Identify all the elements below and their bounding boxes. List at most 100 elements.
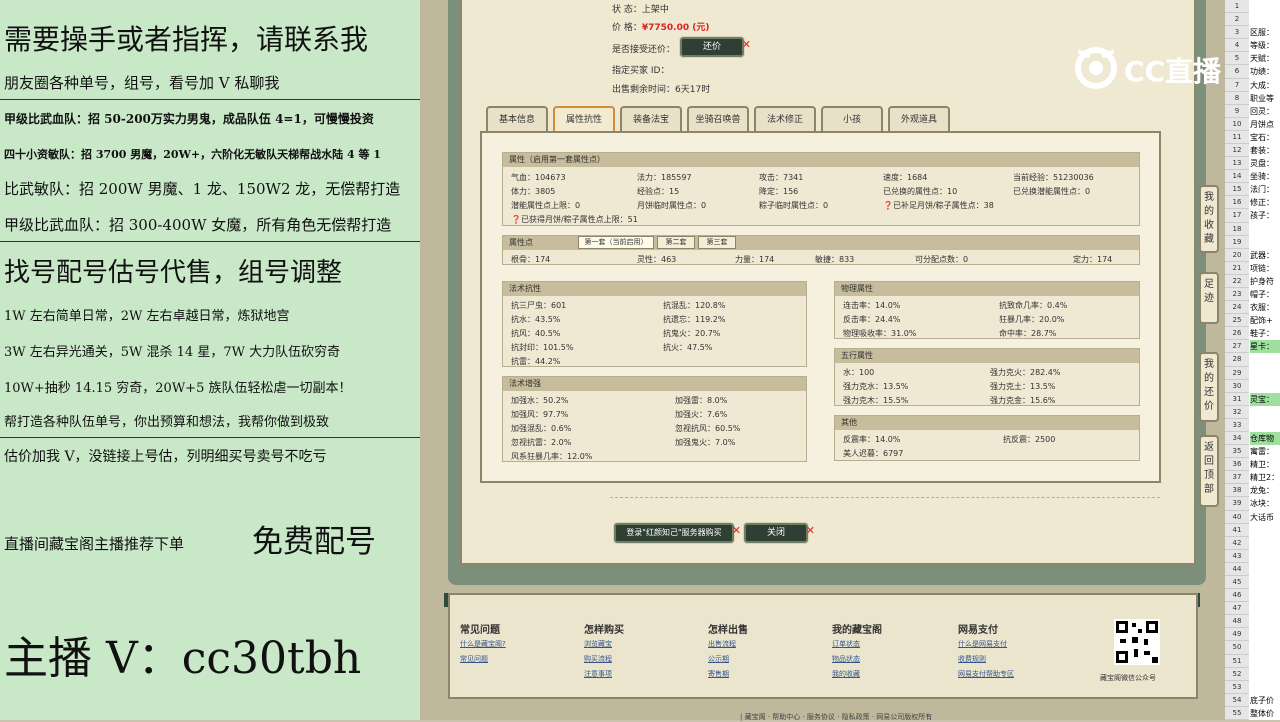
sheet-cell[interactable] (1250, 641, 1280, 654)
sheet-cell[interactable] (1250, 0, 1280, 13)
sheet-cell[interactable]: 大话币 (1250, 511, 1280, 524)
sheet-cell[interactable] (1250, 380, 1280, 393)
sheet-row-number[interactable]: 5 (1225, 52, 1249, 66)
sheet-row-number[interactable]: 19 (1225, 235, 1249, 249)
sheet-row-number[interactable]: 47 (1225, 602, 1249, 616)
tab-appearance[interactable]: 外观道具 (888, 106, 950, 132)
sheet-row-number[interactable]: 2 (1225, 13, 1249, 27)
sheet-cell[interactable]: 精卫2： (1250, 471, 1280, 484)
sheet-row-number[interactable]: 8 (1225, 91, 1249, 105)
sheet-cell[interactable]: 坐骑： (1250, 170, 1280, 183)
sheet-row-number[interactable]: 44 (1225, 562, 1249, 576)
sheet-row-number[interactable]: 14 (1225, 170, 1249, 184)
sheet-cell[interactable] (1250, 13, 1280, 26)
footer-link[interactable]: 公示期 (708, 654, 729, 664)
sheet-cell[interactable]: 星卡： (1250, 340, 1280, 354)
sheet-row-number[interactable]: 49 (1225, 628, 1249, 642)
sheet-row-number[interactable]: 7 (1225, 78, 1249, 92)
sheet-row-number[interactable]: 45 (1225, 576, 1249, 590)
sheet-row-number[interactable]: 37 (1225, 471, 1249, 485)
sheet-cell[interactable] (1250, 353, 1280, 366)
sheet-row-number[interactable]: 30 (1225, 379, 1249, 393)
sheet-cell[interactable]: 鞋子： (1250, 327, 1280, 340)
footer-link[interactable]: 购买流程 (584, 654, 612, 664)
tab-spell-correction[interactable]: 法术修正 (754, 106, 816, 132)
sheet-row-number[interactable]: 18 (1225, 222, 1249, 236)
sheet-row-number[interactable]: 35 (1225, 445, 1249, 459)
sheet-row-number[interactable]: 4 (1225, 39, 1249, 53)
subtab-set-2[interactable]: 第二套 (657, 236, 695, 249)
login-buy-button[interactable]: 登录"红颜知己"服务器购买 ✕ (613, 522, 741, 544)
footer-link[interactable]: 网易支付帮助专区 (958, 669, 1014, 679)
sheet-row-number[interactable]: 55 (1225, 706, 1249, 720)
sheet-row-number[interactable]: 51 (1225, 654, 1249, 668)
sheet-row-number[interactable]: 1 (1225, 0, 1249, 14)
footer-link[interactable]: 收费规则 (958, 654, 986, 664)
sheet-row-number[interactable]: 50 (1225, 641, 1249, 655)
sheet-cell[interactable] (1250, 419, 1280, 432)
footer-link[interactable]: 什么是网易支付 (958, 639, 1007, 649)
sheet-row-number[interactable]: 6 (1225, 65, 1249, 79)
sheet-cell[interactable] (1250, 681, 1280, 694)
sheet-cell[interactable] (1250, 655, 1280, 668)
sheet-row-number[interactable]: 27 (1225, 340, 1249, 354)
close-button[interactable]: 关闭 ✕ (743, 522, 815, 544)
sheet-cell[interactable]: 冰块： (1250, 497, 1280, 510)
sheet-cell[interactable]: 项链： (1250, 262, 1280, 275)
sheet-row-number[interactable]: 48 (1225, 615, 1249, 629)
help-icon[interactable]: ❓ (883, 201, 893, 210)
sheet-cell[interactable] (1250, 628, 1280, 641)
footer-link[interactable]: 常见问题 (460, 654, 488, 664)
favorites-button[interactable]: 我的收藏 (1199, 185, 1219, 253)
sheet-row-number[interactable]: 13 (1225, 157, 1249, 171)
sheet-row-number[interactable]: 15 (1225, 183, 1249, 197)
sheet-cell[interactable]: 月饼点 (1250, 118, 1280, 131)
sheet-cell[interactable]: 灵宝： (1250, 392, 1280, 406)
sheet-cell[interactable]: 衣服： (1250, 301, 1280, 314)
sheet-cell[interactable]: 整体价 (1250, 707, 1280, 720)
sheet-cell[interactable] (1250, 589, 1280, 602)
sheet-cell[interactable]: 武器： (1250, 249, 1280, 262)
sheet-cell[interactable] (1250, 537, 1280, 550)
footer-link[interactable]: 我的收藏 (832, 669, 860, 679)
sheet-cell[interactable] (1250, 602, 1280, 615)
sheet-row-number[interactable]: 16 (1225, 196, 1249, 210)
sheet-cell[interactable]: 护身符 (1250, 275, 1280, 288)
sheet-cell[interactable] (1250, 367, 1280, 380)
tab-basic-info[interactable]: 基本信息 (486, 106, 548, 132)
sheet-row-number[interactable]: 10 (1225, 117, 1249, 131)
sheet-cell[interactable] (1250, 236, 1280, 249)
sheet-cell[interactable] (1250, 524, 1280, 537)
sheet-row-number[interactable]: 43 (1225, 549, 1249, 563)
sheet-cell[interactable]: 修正： (1250, 196, 1280, 209)
sheet-cell[interactable]: 回灵： (1250, 105, 1280, 118)
footer-link[interactable]: 物品状态 (832, 654, 860, 664)
sheet-row-number[interactable]: 25 (1225, 314, 1249, 328)
sheet-row-number[interactable]: 40 (1225, 510, 1249, 524)
tab-mounts-pets[interactable]: 坐骑召唤兽 (687, 106, 749, 132)
footer-link[interactable]: 浏览藏宝 (584, 639, 612, 649)
sheet-row-number[interactable]: 3 (1225, 26, 1249, 40)
sheet-cell[interactable]: 寓雷： (1250, 445, 1280, 458)
sheet-cell[interactable]: 帽子： (1250, 288, 1280, 301)
sheet-cell[interactable]: 龙兔： (1250, 484, 1280, 497)
footer-link[interactable]: 注意事项 (584, 669, 612, 679)
footer-link[interactable]: 出售流程 (708, 639, 736, 649)
sheet-cell[interactable]: 等级： (1250, 39, 1280, 52)
sheet-cell[interactable]: 套装： (1250, 144, 1280, 157)
sheet-cell[interactable]: 区服： (1250, 26, 1280, 39)
sheet-row-number[interactable]: 33 (1225, 418, 1249, 432)
sheet-row-number[interactable]: 24 (1225, 301, 1249, 315)
sheet-row-number[interactable]: 22 (1225, 274, 1249, 288)
sheet-row-number[interactable]: 28 (1225, 353, 1249, 367)
sheet-row-number[interactable]: 26 (1225, 327, 1249, 341)
sheet-cell[interactable] (1250, 576, 1280, 589)
sheet-row-number[interactable]: 54 (1225, 693, 1249, 707)
sheet-row-number[interactable]: 29 (1225, 366, 1249, 380)
sheet-row-number[interactable]: 41 (1225, 523, 1249, 537)
sheet-cell[interactable]: 灵盘： (1250, 157, 1280, 170)
sheet-cell[interactable]: 配饰+ (1250, 314, 1280, 327)
subtab-set-1[interactable]: 第一套（当前启用） (578, 236, 654, 249)
sheet-cell[interactable]: 底子价 (1250, 694, 1280, 707)
sheet-cell[interactable]: 精卫： (1250, 458, 1280, 471)
